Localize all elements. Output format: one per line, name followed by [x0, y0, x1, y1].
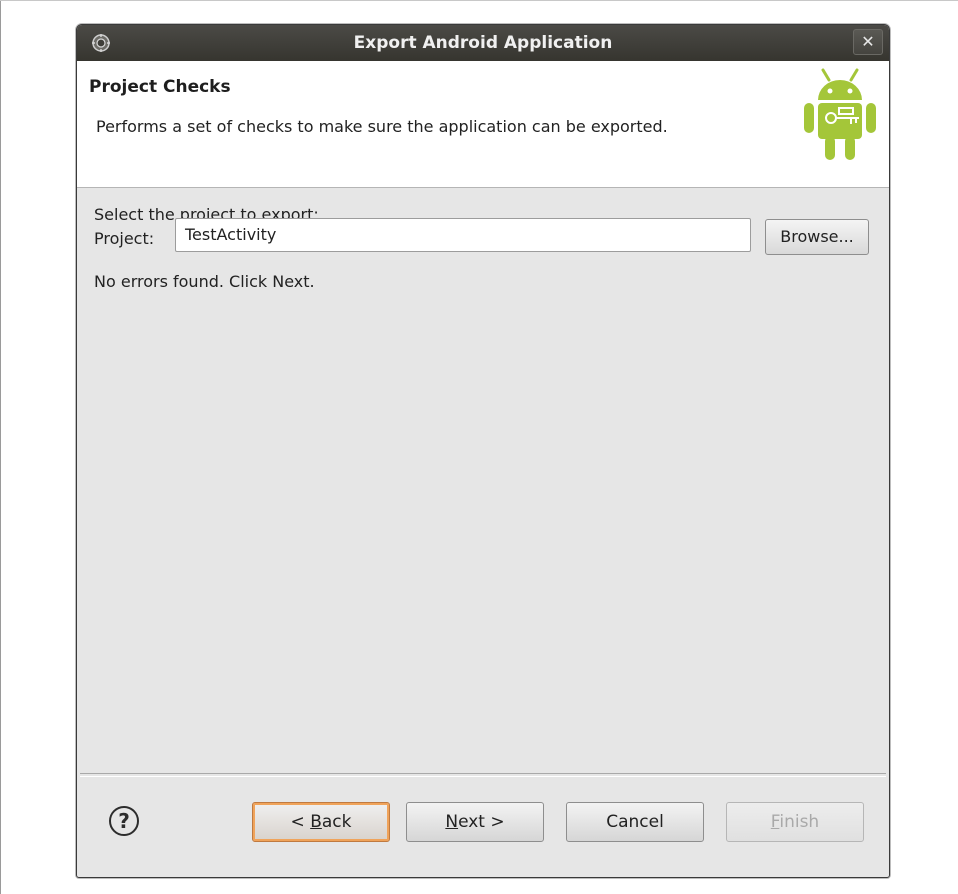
finish-button[interactable]: Finish — [726, 802, 864, 842]
back-button[interactable]: < Back — [252, 802, 390, 842]
back-button-rest: ack — [321, 812, 352, 832]
browse-button[interactable]: Browse... — [765, 219, 869, 255]
cancel-button[interactable]: Cancel — [566, 802, 704, 842]
project-label: Project: — [94, 229, 155, 248]
close-button[interactable]: ✕ — [853, 29, 883, 55]
window-title: Export Android Application — [353, 33, 613, 53]
back-button-prefix: < — [290, 812, 311, 832]
finish-button-rest: inish — [779, 812, 820, 832]
next-button-rest: ext > — [458, 812, 505, 832]
close-icon: ✕ — [861, 32, 875, 51]
project-input[interactable]: TestActivity — [175, 218, 751, 252]
footer-separator — [80, 773, 886, 777]
page-title: Project Checks — [89, 77, 231, 97]
help-icon[interactable]: ? — [109, 806, 139, 836]
next-button[interactable]: Next > — [406, 802, 544, 842]
back-button-mnemonic: B — [310, 812, 322, 832]
wizard-banner: Project Checks Performs a set of checks … — [77, 61, 889, 188]
next-button-mnemonic: N — [445, 812, 459, 832]
page-edge-left — [0, 0, 1, 894]
status-message: No errors found. Click Next. — [94, 272, 315, 291]
page-edge-top — [0, 0, 958, 1]
page-description: Performs a set of checks to make sure th… — [96, 117, 668, 136]
export-dialog: Export Android Application ✕ Project Che… — [76, 24, 890, 878]
title-bar[interactable]: Export Android Application ✕ — [77, 25, 889, 61]
android-logo-icon — [804, 68, 876, 160]
